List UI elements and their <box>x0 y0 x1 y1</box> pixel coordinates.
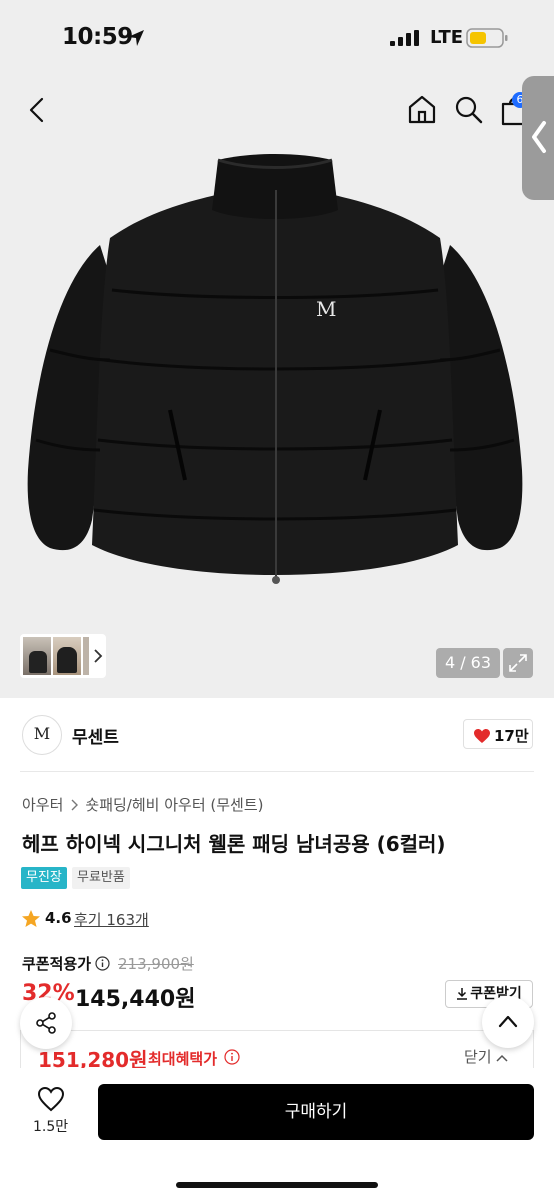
coupon-price-label: 쿠폰적용가 <box>22 955 92 973</box>
back-arrow-icon[interactable] <box>22 94 54 126</box>
brand-like-count: 17만 <box>494 727 529 745</box>
sale-price: 145,440원 <box>75 987 196 1012</box>
thumbnail-image[interactable] <box>23 637 51 675</box>
home-indicator <box>176 1182 378 1188</box>
expand-icon <box>509 654 527 672</box>
brand-like-button[interactable]: 17만 <box>463 719 533 749</box>
download-icon <box>457 988 468 1000</box>
info-icon[interactable] <box>224 1049 240 1065</box>
thumbnail-image[interactable] <box>83 637 89 675</box>
heart-outline-icon[interactable] <box>37 1086 65 1112</box>
wishlist-count: 1.5만 <box>33 1119 69 1135</box>
tag-badge: 무료반품 <box>72 867 130 889</box>
chevron-left-icon <box>532 121 546 153</box>
info-icon[interactable] <box>95 956 110 971</box>
collapse-benefit-button[interactable]: 닫기 <box>464 1046 508 1067</box>
divider <box>20 771 534 772</box>
network-type: LTE <box>430 27 464 48</box>
buy-button[interactable]: 구매하기 <box>98 1084 534 1140</box>
svg-text:M: M <box>316 297 336 321</box>
breadcrumb-item[interactable]: 숏패딩/헤비 아우터 (무센트) <box>85 794 263 815</box>
chevron-up-icon <box>496 1054 508 1062</box>
image-thumbnails[interactable] <box>20 634 106 678</box>
star-icon <box>22 910 40 927</box>
reviews-link[interactable]: 후기 163개 <box>74 909 149 930</box>
home-icon[interactable] <box>406 93 438 125</box>
brand-name[interactable]: 무센트 <box>72 723 119 748</box>
heart-filled-icon <box>474 729 490 743</box>
rating-value: 4.6 <box>45 909 72 927</box>
status-time: 10:59 <box>62 24 133 50</box>
brand-logo[interactable]: M <box>22 715 62 755</box>
location-arrow-icon <box>128 30 144 46</box>
breadcrumb-item[interactable]: 아우터 <box>22 794 63 815</box>
original-price: 213,900원 <box>118 955 194 973</box>
chevron-up-icon <box>498 1015 518 1028</box>
image-counter: 4 / 63 <box>436 648 500 678</box>
chevron-right-icon <box>94 649 103 663</box>
share-button[interactable] <box>20 997 72 1049</box>
share-icon <box>36 1012 56 1034</box>
battery-icon <box>466 28 508 48</box>
signal-icon <box>390 30 419 46</box>
breadcrumb: 아우터 숏패딩/헤비 아우터 (무센트) <box>22 794 264 815</box>
fullscreen-button[interactable] <box>503 648 533 678</box>
tag-badge: 무진장 <box>21 867 67 889</box>
product-image-area: 10:59 LTE 6 M 4 / 63 <box>0 0 554 698</box>
max-benefit-label: 최대혜택가 <box>148 1050 218 1068</box>
search-icon[interactable] <box>452 93 484 125</box>
thumbnail-image[interactable] <box>53 637 81 675</box>
scroll-to-top-button[interactable] <box>482 996 534 1048</box>
product-jacket-image[interactable]: M <box>20 150 530 590</box>
product-title: 헤프 하이넥 시그니처 웰론 패딩 남녀공용 (6컬러) <box>22 832 446 856</box>
chevron-right-icon <box>71 799 79 810</box>
